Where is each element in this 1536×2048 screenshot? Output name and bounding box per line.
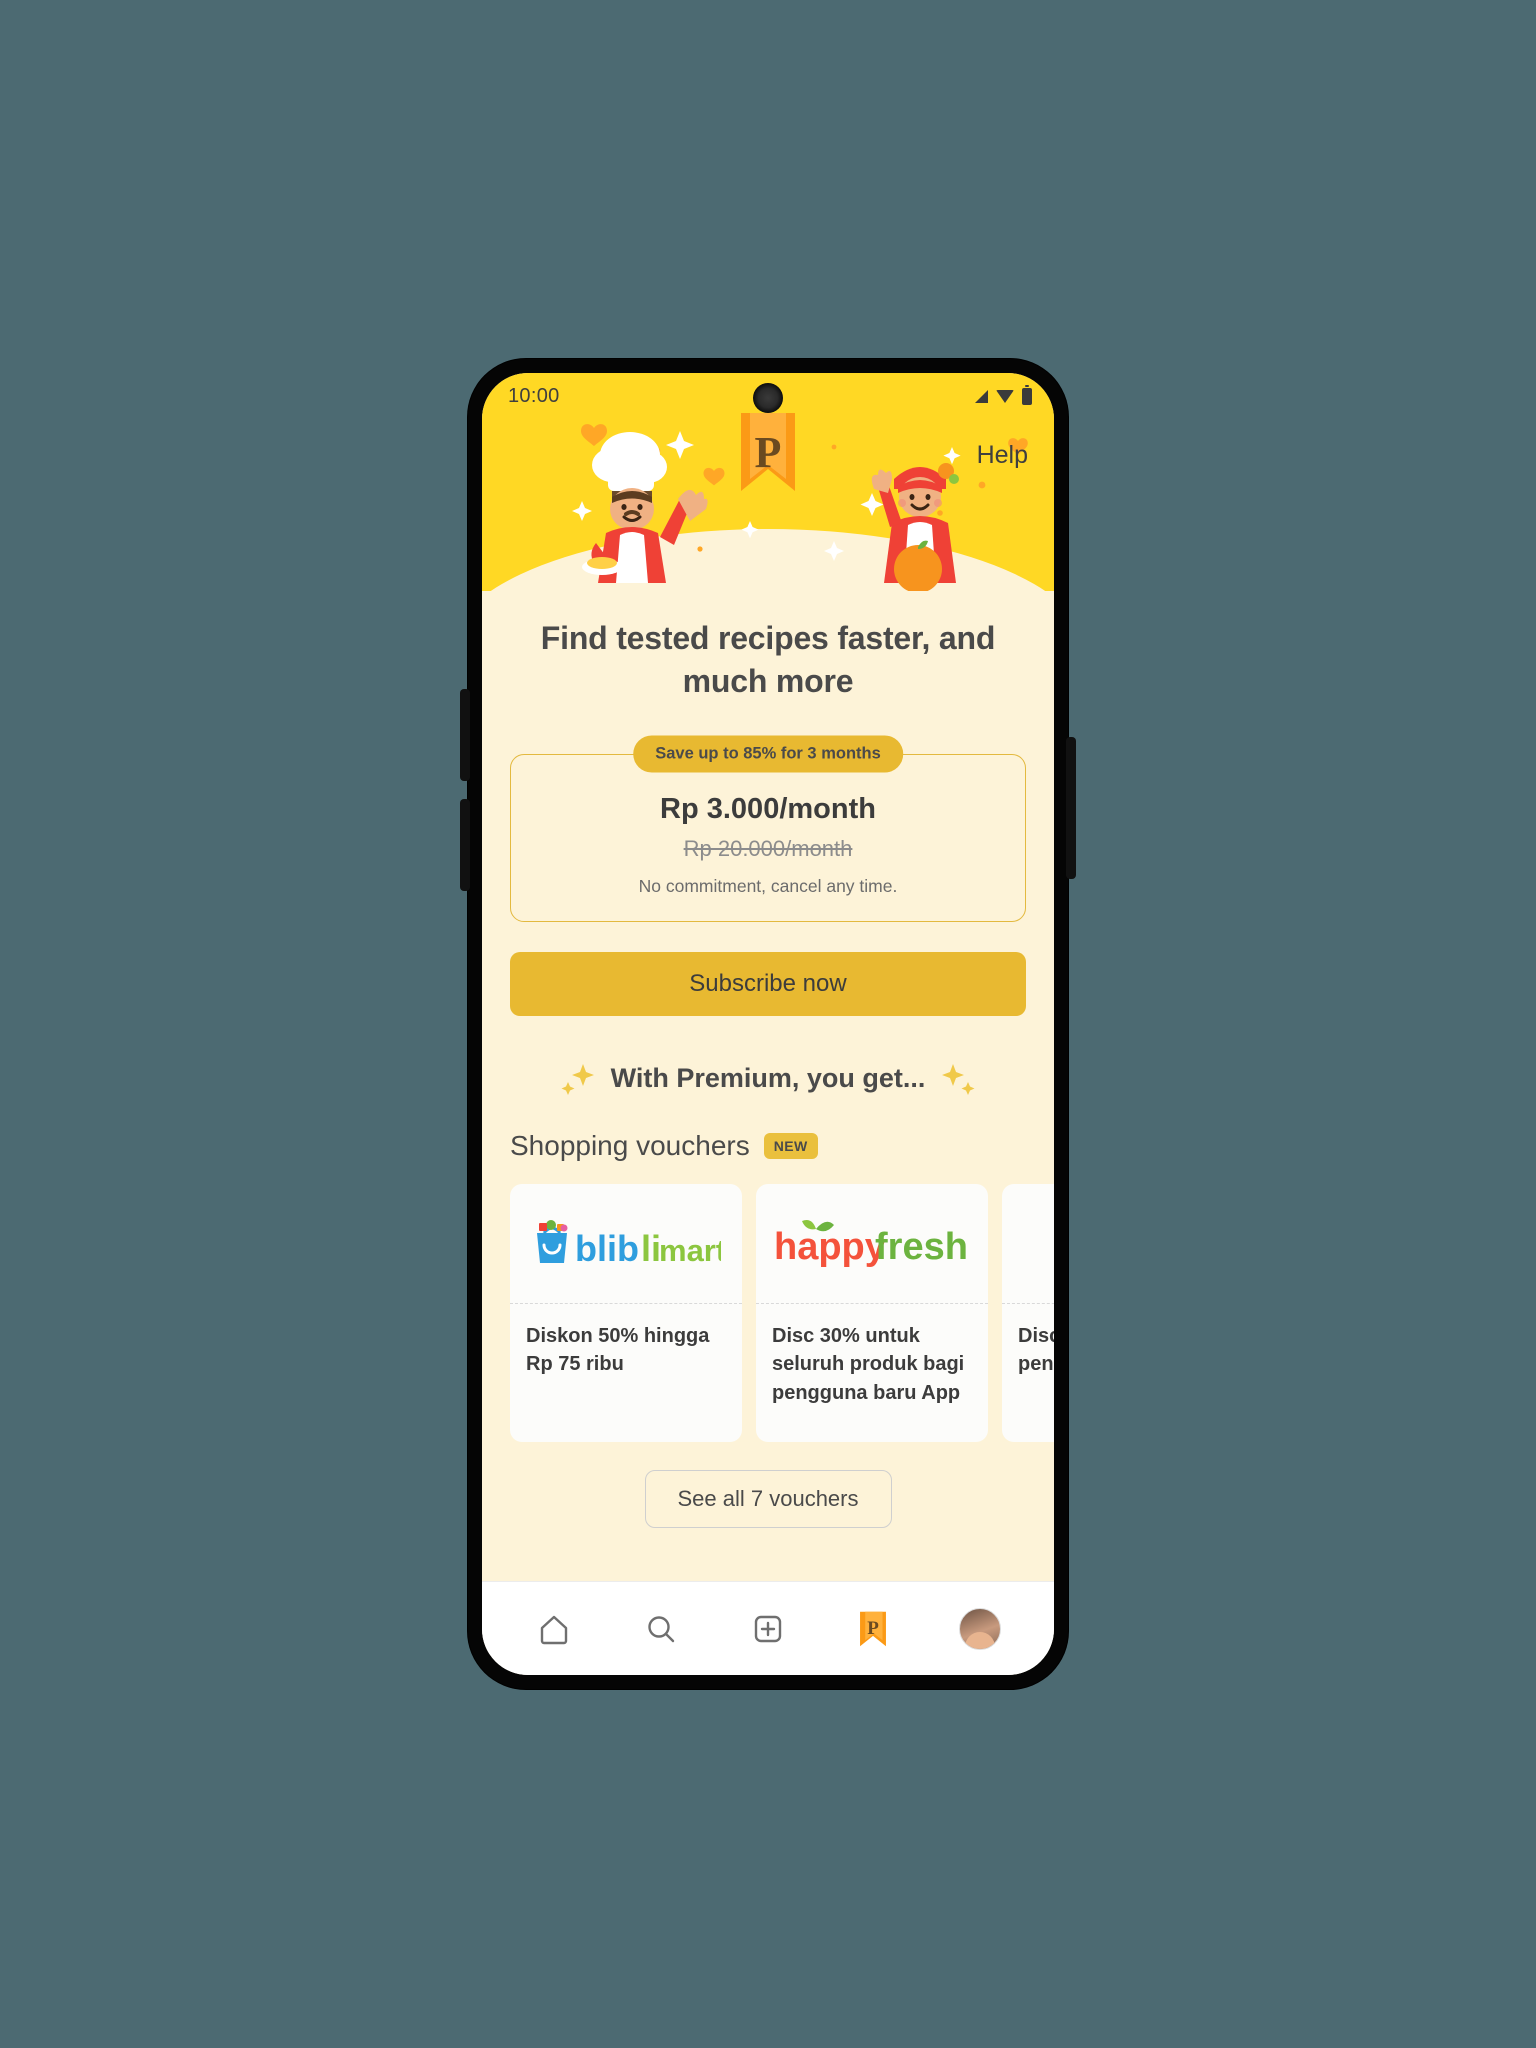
nav-add[interactable] [749,1610,787,1648]
help-button[interactable]: Help [977,441,1028,470]
vouchers-title: Shopping vouchers [510,1130,750,1162]
premium-bookmark-icon: P [741,413,795,491]
happyfresh-logo: happy fresh [756,1184,988,1305]
new-badge: NEW [763,1133,818,1160]
voucher-carousel[interactable]: blib li mart Diskon 50% hingga Rp 75 rib… [510,1184,1054,1443]
volume-up-button[interactable] [460,689,470,781]
power-button[interactable] [1066,737,1076,879]
chef-waving-illustration [582,432,708,583]
svg-text:blib: blib [575,1228,639,1269]
phone-device: 10:00 P Help Find tested recipes faster,… [460,359,1076,1689]
premium-heading: With Premium, you get... [610,1062,926,1093]
camera-cutout [753,383,783,413]
premium-icon: P [860,1611,887,1646]
wifi-icon [996,389,1014,403]
price-original: Rp 20.000/month [683,836,853,862]
save-badge: Save up to 85% for 3 months [633,735,903,773]
nav-search[interactable] [642,1610,680,1648]
see-all-vouchers-button[interactable]: See all 7 vouchers [644,1470,892,1529]
add-icon [754,1615,782,1642]
svg-text:mart: mart [659,1233,721,1268]
status-clock: 10:00 [508,384,560,407]
premium-benefits-heading-row: With Premium, you get... [510,1060,1026,1096]
voucher-description: Disc 30% untuk seluruh produk bagi pengg… [772,1325,965,1404]
screenshot-stage: 10:00 P Help Find tested recipes faster,… [0,0,1536,2048]
voucher-card[interactable]: blib li mart Diskon 50% hingga Rp 75 rib… [510,1184,742,1443]
volume-down-button[interactable] [460,799,470,891]
bottom-navigation: P [482,1581,1054,1675]
main-content: Find tested recipes faster, and much mor… [482,591,1054,1581]
header-hero: 10:00 P Help [482,373,1054,591]
profile-avatar[interactable] [959,1607,1002,1650]
svg-text:fresh: fresh [875,1226,968,1268]
nav-premium[interactable]: P [856,1610,890,1648]
svg-text:happy: happy [774,1226,886,1268]
price-note: No commitment, cancel any time. [638,876,898,897]
blibli-mart-logo: blib li mart [510,1184,742,1305]
cook-with-fruit-illustration [871,463,959,591]
sparkle-right-icon [939,1060,975,1096]
home-icon [540,1615,567,1644]
price-current: Rp 3.000/month [660,793,876,826]
voucher-card[interactable]: happy fresh Disc 30% untuk seluruh produ… [756,1184,988,1443]
svg-text:li: li [641,1228,661,1269]
subscribe-button[interactable]: Subscribe now [510,952,1026,1017]
signal-icon [975,389,988,403]
phone-screen: 10:00 P Help Find tested recipes faster,… [482,373,1054,1675]
svg-text:P: P [755,428,782,477]
vouchers-section-header: Shopping vouchers NEW [510,1130,1026,1162]
pricing-section: Save up to 85% for 3 months Rp 3.000/mon… [510,735,1026,923]
page-title: Find tested recipes faster, and much mor… [540,620,996,699]
search-icon [648,1615,674,1642]
status-icons [975,384,1032,405]
nav-profile[interactable] [959,1607,1002,1650]
voucher-description: Diskon 50% hingga Rp 75 ribu [526,1325,710,1376]
battery-icon [1022,384,1032,405]
price-card: Rp 3.000/month Rp 20.000/month No commit… [510,754,1026,923]
nav-home[interactable] [535,1610,573,1648]
sparkle-left-icon [561,1060,597,1096]
orange-fruit-logo [1002,1184,1054,1305]
svg-text:P: P [867,1618,879,1639]
voucher-description: Disc... min... 150... pen... [1018,1325,1054,1376]
voucher-card[interactable]: Disc... min... 150... pen... [1002,1184,1054,1443]
see-all-row: See all 7 vouchers [510,1470,1026,1529]
